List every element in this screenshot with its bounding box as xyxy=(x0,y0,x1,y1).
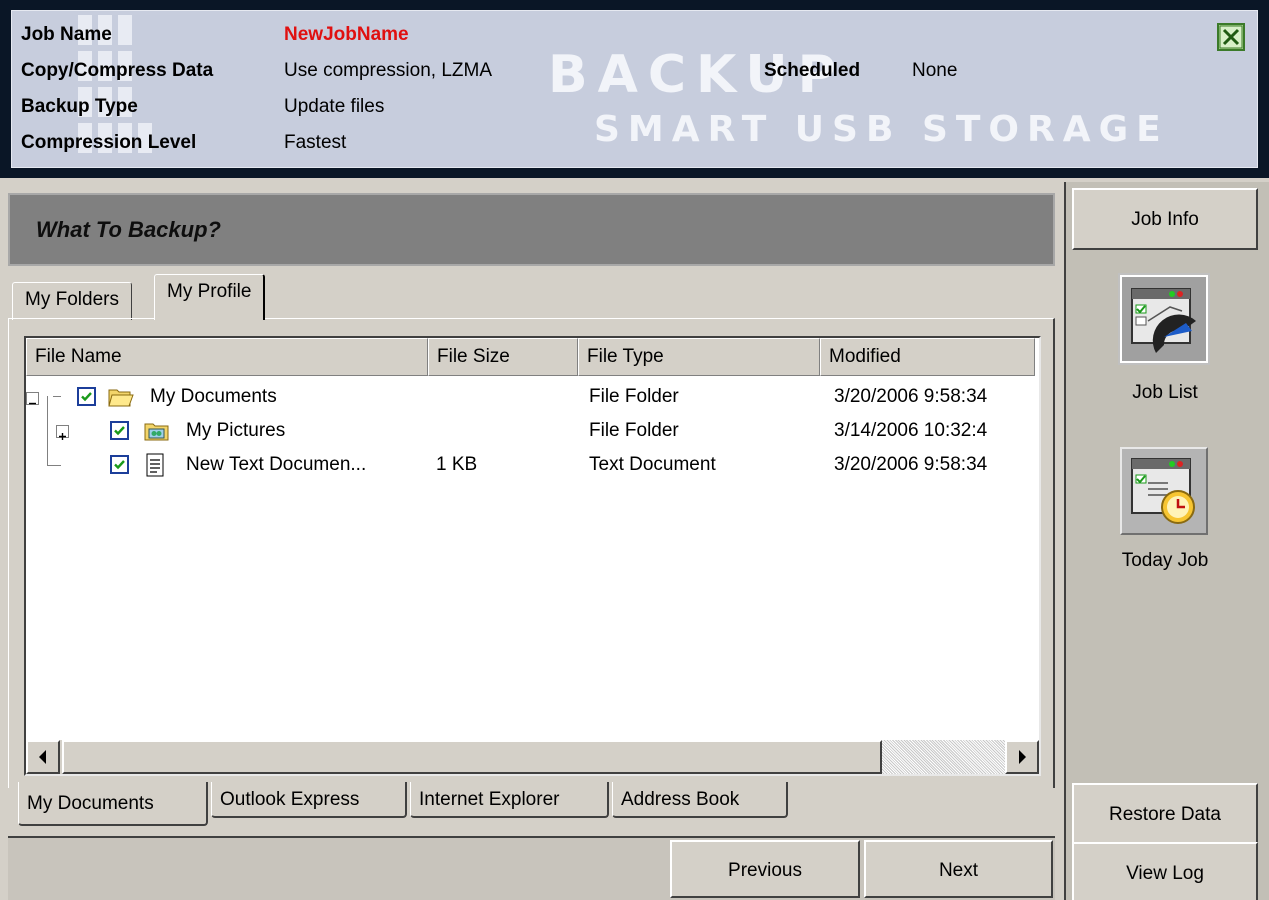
today-job-button[interactable] xyxy=(1120,447,1208,535)
tab-internet-explorer[interactable]: Internet Explorer xyxy=(410,782,609,818)
collapse-icon[interactable] xyxy=(26,392,39,405)
tab-address-book[interactable]: Address Book xyxy=(612,782,788,818)
smart-usb-storage-watermark: SMART USB STORAGE xyxy=(594,109,1169,150)
today-job-icon xyxy=(1131,458,1195,524)
file-size: 1 KB xyxy=(436,454,478,475)
file-list-view: File Name File Size File Type Modified M… xyxy=(24,336,1041,776)
tab-outlook-express[interactable]: Outlook Express xyxy=(211,782,407,818)
job-name-value-cell: NewJobName xyxy=(284,21,409,49)
checkmark-icon xyxy=(114,426,125,436)
folder-open-icon xyxy=(108,389,134,407)
backup-type-row: Backup Type xyxy=(21,93,138,121)
table-row[interactable]: New Text Documen... 1 KB Text Document 3… xyxy=(26,448,1036,482)
horizontal-scrollbar[interactable] xyxy=(26,740,1039,774)
job-list-icon xyxy=(1131,288,1196,353)
today-job-label: Today Job xyxy=(1121,550,1209,571)
section-header: What To Backup? xyxy=(8,193,1055,266)
checkbox-checked[interactable] xyxy=(110,421,129,440)
scroll-right-button[interactable] xyxy=(1005,740,1039,774)
pictures-folder-icon xyxy=(144,423,169,441)
file-modified: 3/20/2006 9:58:34 xyxy=(834,454,988,475)
compression-level-row: Compression Level xyxy=(21,129,196,157)
backup-type-label: Backup Type xyxy=(21,96,138,117)
job-name-label: Job Name xyxy=(21,24,112,45)
scrollbar-thumb[interactable] xyxy=(62,740,882,774)
checkbox-checked[interactable] xyxy=(77,387,96,406)
job-summary-header: BACKUP SMART USB STORAGE Job Name NewJob… xyxy=(0,0,1269,178)
backup-type-value-cell: Update files xyxy=(284,93,384,121)
next-button[interactable]: Next xyxy=(864,840,1053,898)
restore-data-button[interactable]: Restore Data xyxy=(1072,783,1258,845)
tab-my-profile[interactable]: My Profile xyxy=(154,274,266,320)
table-row[interactable]: My Documents File Folder 3/20/2006 9:58:… xyxy=(26,380,1036,414)
tab-my-documents[interactable]: My Documents xyxy=(18,782,208,826)
arrow-right-icon xyxy=(1019,750,1026,764)
column-header-modified[interactable]: Modified xyxy=(820,338,1035,376)
column-header-file-type[interactable]: File Type xyxy=(578,338,820,376)
copy-compress-value: Use compression, LZMA xyxy=(284,60,493,81)
checkbox-checked[interactable] xyxy=(110,455,129,474)
wizard-footer: Previous Next xyxy=(8,836,1055,900)
copy-compress-value-cell: Use compression, LZMA xyxy=(284,57,492,85)
job-info-button[interactable]: Job Info xyxy=(1072,188,1258,250)
section-title: What To Backup? xyxy=(36,217,221,242)
file-type: File Folder xyxy=(589,420,679,441)
job-summary-panel: BACKUP SMART USB STORAGE Job Name NewJob… xyxy=(11,10,1258,168)
text-document-icon xyxy=(146,453,164,477)
scheduled-label: Scheduled xyxy=(764,60,861,81)
file-modified: 3/14/2006 10:32:4 xyxy=(834,420,988,441)
file-type: Text Document xyxy=(589,454,716,475)
expand-icon[interactable] xyxy=(56,425,69,440)
copy-compress-row: Copy/Compress Data xyxy=(21,57,213,85)
job-list-button[interactable] xyxy=(1118,273,1210,365)
scroll-left-button[interactable] xyxy=(26,740,60,774)
view-log-button[interactable]: View Log xyxy=(1072,842,1258,900)
file-name: My Pictures xyxy=(186,420,286,441)
job-name-value: NewJobName xyxy=(284,24,409,45)
scrollbar-track[interactable] xyxy=(882,740,1005,774)
file-name: New Text Documen... xyxy=(186,454,367,475)
backup-type-value: Update files xyxy=(284,96,385,117)
compression-level-value: Fastest xyxy=(284,132,347,153)
file-name: My Documents xyxy=(150,386,277,407)
close-button[interactable] xyxy=(1217,23,1245,51)
profile-category-tabs: My Documents Outlook Express Internet Ex… xyxy=(18,782,918,830)
compression-level-label: Compression Level xyxy=(21,132,197,153)
previous-button[interactable]: Previous xyxy=(670,840,860,898)
column-header-file-size[interactable]: File Size xyxy=(428,338,578,376)
job-list-label: Job List xyxy=(1132,382,1198,403)
checkmark-icon xyxy=(81,392,92,402)
sidebar: Job Info Job List Today Job Restore Data… xyxy=(1064,182,1269,900)
arrow-left-icon xyxy=(39,750,46,764)
job-name-row: Job Name xyxy=(21,21,112,49)
checkmark-icon xyxy=(114,460,125,470)
compression-level-value-cell: Fastest xyxy=(284,129,346,157)
scheduled-value: None xyxy=(912,60,958,81)
source-tabs: My Folders My Profile xyxy=(8,270,1055,320)
column-header-file-name[interactable]: File Name xyxy=(26,338,428,376)
copy-compress-label: Copy/Compress Data xyxy=(21,60,214,81)
table-row[interactable]: My Pictures File Folder 3/14/2006 10:32:… xyxy=(26,414,1036,448)
scheduled-label-cell: Scheduled xyxy=(764,57,860,85)
file-modified: 3/20/2006 9:58:34 xyxy=(834,386,988,407)
close-icon xyxy=(1219,25,1243,49)
scheduled-value-cell: None xyxy=(912,57,957,85)
file-type: File Folder xyxy=(589,386,679,407)
tab-my-folders[interactable]: My Folders xyxy=(12,282,132,320)
